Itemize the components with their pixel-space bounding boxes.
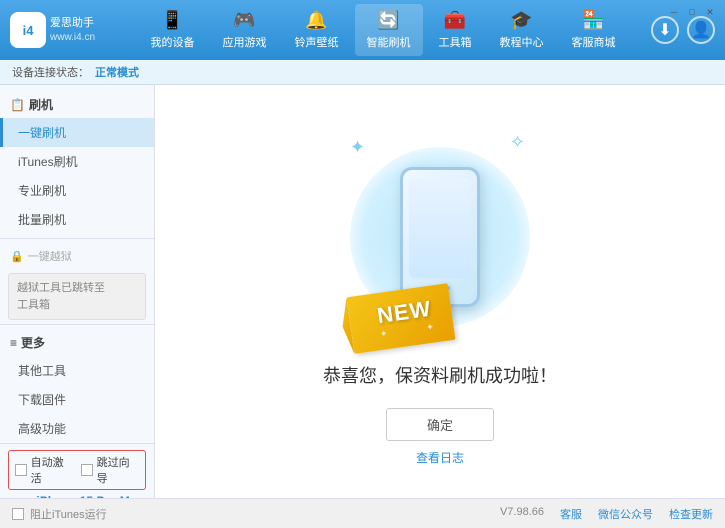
logo: i4 爱思助手 www.i4.cn bbox=[10, 12, 95, 48]
account-button[interactable]: 👤 bbox=[687, 16, 715, 44]
device-info: 📱 iPhone 15 Pro Max 512GB iPhone bbox=[8, 494, 146, 498]
sidebar-flash-header: 📋 刷机 bbox=[0, 91, 154, 118]
sidebar-other-tools[interactable]: 其他工具 bbox=[0, 356, 154, 385]
footer: 阻止iTunes运行 V7.98.66 客服 微信公众号 检查更新 bbox=[0, 498, 725, 528]
footer-wechat[interactable]: 微信公众号 bbox=[598, 506, 653, 522]
sidebar-download-firmware[interactable]: 下载固件 bbox=[0, 385, 154, 414]
apps-icon: 🎮 bbox=[233, 10, 255, 31]
footer-customer-service[interactable]: 客服 bbox=[560, 506, 582, 522]
footer-right: V7.98.66 客服 微信公众号 检查更新 bbox=[500, 506, 713, 522]
service-icon: 🏪 bbox=[582, 10, 604, 31]
auto-activate-row: 自动激活 跳过向导 bbox=[8, 450, 146, 490]
device-section: 自动激活 跳过向导 📱 iPhone 15 Pro Max 512GB iPho… bbox=[0, 443, 154, 498]
sidebar-itunes-flash[interactable]: iTunes刷机 bbox=[0, 147, 154, 176]
skip-guide-checkbox[interactable] bbox=[81, 464, 93, 476]
nav-smart-flash[interactable]: 🔄 智能刷机 bbox=[355, 4, 423, 56]
nav-tutorial[interactable]: 🎓 教程中心 bbox=[488, 4, 556, 56]
footer-left: 阻止iTunes运行 bbox=[12, 506, 107, 522]
confirm-button[interactable]: 确定 bbox=[386, 408, 494, 441]
nav-toolbox[interactable]: 🧰 工具箱 bbox=[427, 4, 484, 56]
nav-service[interactable]: 🏪 客服商城 bbox=[560, 4, 628, 56]
nav-my-device[interactable]: 📱 我的设备 bbox=[139, 4, 207, 56]
sidebar-batch-flash[interactable]: 批量刷机 bbox=[0, 205, 154, 234]
main-area: 📋 刷机 一键刷机 iTunes刷机 专业刷机 批量刷机 🔒 一键越狱 越狱工具… bbox=[0, 85, 725, 498]
ringtone-icon: 🔔 bbox=[305, 10, 327, 31]
sparkle-icon-1: ✦ bbox=[350, 137, 365, 158]
flash-icon: 🔄 bbox=[377, 10, 399, 31]
lock-icon: 🔒 bbox=[10, 250, 24, 263]
sidebar-divider-2 bbox=[0, 324, 154, 325]
log-link[interactable]: 查看日志 bbox=[416, 449, 464, 466]
new-ribbon: NEW ✦✦ bbox=[350, 290, 452, 347]
status-bar: 设备连接状态： 正常模式 bbox=[0, 60, 725, 85]
sidebar-pro-flash[interactable]: 专业刷机 bbox=[0, 176, 154, 205]
toolbox-icon: 🧰 bbox=[444, 10, 466, 31]
sidebar-top: 📋 刷机 一键刷机 iTunes刷机 专业刷机 批量刷机 🔒 一键越狱 越狱工具… bbox=[0, 91, 154, 443]
sparkle-icon-2: ✧ bbox=[510, 132, 525, 153]
logo-icon: i4 bbox=[10, 12, 46, 48]
phone-illustration: ✦ ✧ ✦ NEW ✦✦ bbox=[330, 117, 550, 357]
flash-section-icon: 📋 bbox=[10, 98, 25, 112]
success-title: 恭喜您，保资料刷机成功啦！ bbox=[323, 362, 557, 388]
sidebar-one-key-flash[interactable]: 一键刷机 bbox=[0, 118, 154, 147]
device-icon: 📱 bbox=[161, 10, 183, 31]
more-icon: ≡ bbox=[10, 336, 17, 350]
header: i4 爱思助手 www.i4.cn 📱 我的设备 🎮 应用游戏 🔔 铃声壁纸 bbox=[0, 0, 725, 60]
download-button[interactable]: ⬇ bbox=[651, 16, 679, 44]
content-area: ✦ ✧ ✦ NEW ✦✦ bbox=[155, 85, 725, 498]
logo-text: 爱思助手 www.i4.cn bbox=[50, 16, 95, 43]
header-right: ⬇ 👤 bbox=[651, 16, 715, 44]
minimize-button[interactable]: ─ bbox=[667, 5, 681, 19]
sidebar: 📋 刷机 一键刷机 iTunes刷机 专业刷机 批量刷机 🔒 一键越狱 越狱工具… bbox=[0, 85, 155, 498]
phone-screen bbox=[409, 178, 471, 278]
sidebar-divider-1 bbox=[0, 238, 154, 239]
nav-bar: 📱 我的设备 🎮 应用游戏 🔔 铃声壁纸 🔄 智能刷机 🧰 工具箱 🎓 bbox=[115, 4, 651, 56]
nav-ringtones[interactable]: 🔔 铃声壁纸 bbox=[283, 4, 351, 56]
sidebar-more-header: ≡ 更多 bbox=[0, 329, 154, 356]
sidebar-recovery-header: 🔒 一键越狱 bbox=[0, 243, 154, 269]
device-details: iPhone 15 Pro Max 512GB iPhone bbox=[36, 494, 143, 498]
auto-activate-checkbox[interactable] bbox=[15, 464, 27, 476]
close-button[interactable]: ✕ bbox=[703, 5, 717, 19]
nav-apps-games[interactable]: 🎮 应用游戏 bbox=[211, 4, 279, 56]
sidebar-advanced[interactable]: 高级功能 bbox=[0, 414, 154, 443]
maximize-button[interactable]: □ bbox=[685, 5, 699, 19]
itunes-checkbox[interactable] bbox=[12, 508, 24, 520]
footer-check-update[interactable]: 检查更新 bbox=[669, 506, 713, 522]
tutorial-icon: 🎓 bbox=[510, 10, 532, 31]
sidebar-notice: 越狱工具已跳转至工具箱 bbox=[8, 273, 146, 320]
